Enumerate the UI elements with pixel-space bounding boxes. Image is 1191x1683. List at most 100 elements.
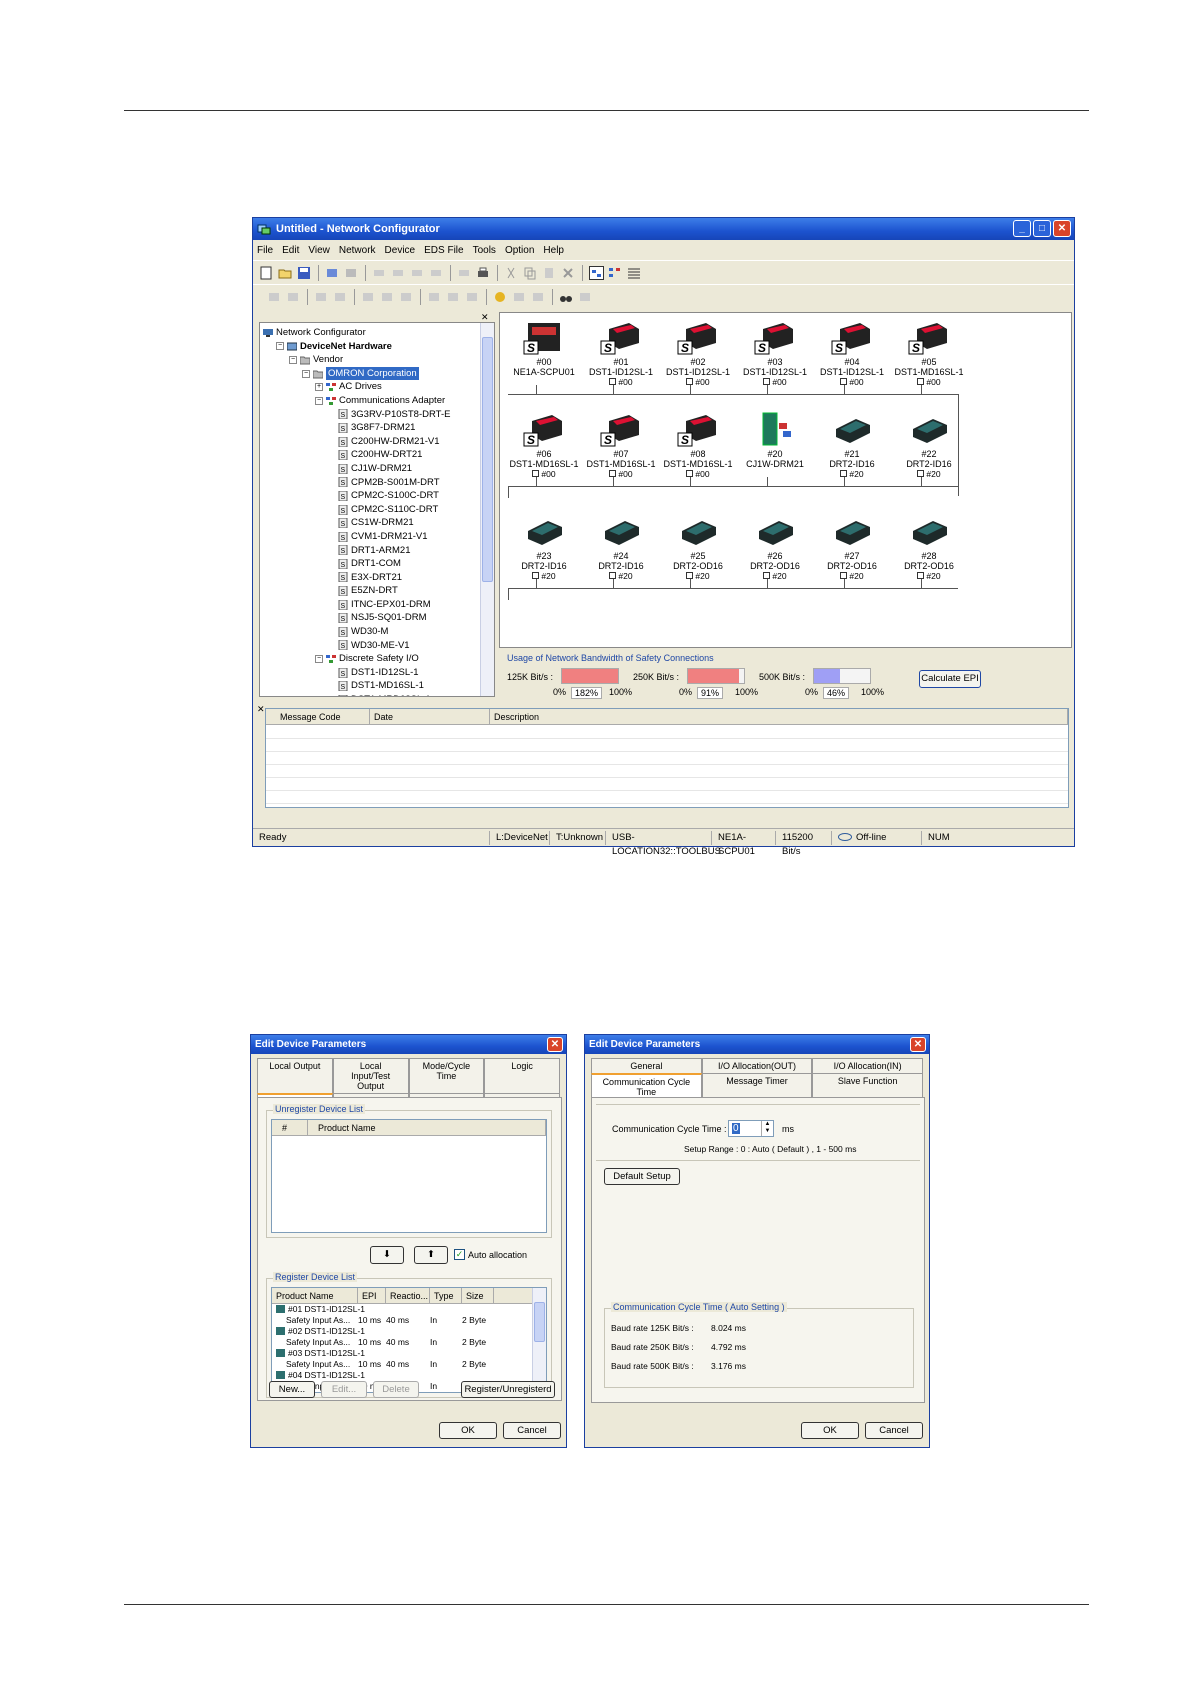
menu-option[interactable]: Option [505, 245, 534, 256]
register-col-header[interactable]: Type [430, 1288, 462, 1303]
register-row[interactable]: Safety Input As... 10 ms 40 ms In 2 Byte [272, 1337, 546, 1348]
unregister-device-list[interactable]: # Product Name [271, 1119, 547, 1233]
tree-item[interactable]: Network Configurator [263, 326, 494, 340]
download-icon[interactable] [391, 266, 406, 280]
online-icon[interactable] [314, 290, 329, 304]
device-node[interactable]: #27 DRT2-OD16 #20 [814, 513, 890, 582]
network-icon[interactable] [267, 290, 282, 304]
dialog-left-titlebar[interactable]: Edit Device Parameters ✕ [251, 1035, 566, 1054]
device-node[interactable]: S #04 DST1-ID12SL-1 #00 [814, 319, 890, 388]
calculate-epi-button[interactable]: Calculate EPI [919, 670, 981, 688]
open-folder-icon[interactable] [278, 266, 293, 280]
close-icon[interactable]: ✕ [910, 1037, 926, 1052]
device-node[interactable]: #25 DRT2-OD16 #20 [660, 513, 736, 582]
compare-icon[interactable] [410, 266, 425, 280]
default-setup-button[interactable]: Default Setup [604, 1168, 680, 1185]
monitor-icon[interactable] [429, 266, 444, 280]
tree-item[interactable]: S 3G3RV-P10ST8-DRT-E [263, 408, 494, 422]
menu-eds-file[interactable]: EDS File [424, 245, 463, 256]
col-message-code[interactable]: Message Code [266, 709, 370, 724]
device-node[interactable]: S #06 DST1-MD16SL-1 #00 [506, 411, 582, 480]
tab-communication-cycle-time[interactable]: Communication Cycle Time [591, 1073, 702, 1099]
message-pane-close-icon[interactable]: ✕ [257, 704, 265, 715]
parameter-icon[interactable] [427, 290, 442, 304]
move-down-button[interactable]: ⬇ [370, 1246, 404, 1264]
tree-item[interactable]: S ITNC-EPX01-DRM [263, 598, 494, 612]
col-product-name[interactable]: Product Name [308, 1120, 546, 1135]
close-icon[interactable]: ✕ [1053, 220, 1071, 237]
tree-item[interactable]: S CS1W-DRM21 [263, 516, 494, 530]
device-node[interactable]: #21 DRT2-ID16 #20 [814, 411, 890, 480]
tree-item[interactable]: S DRT1-COM [263, 557, 494, 571]
menu-tools[interactable]: Tools [473, 245, 496, 256]
verify-icon[interactable] [457, 266, 472, 280]
tree-item[interactable]: SDST1-MRD08SL-1 [263, 693, 494, 696]
device-node[interactable]: #28 DRT2-OD16 #20 [891, 513, 967, 582]
tab-i-o-allocation-in-[interactable]: I/O Allocation(IN) [812, 1058, 924, 1073]
cancel-button[interactable]: Cancel [503, 1422, 561, 1439]
menu-help[interactable]: Help [543, 245, 564, 256]
delete-icon[interactable] [561, 266, 576, 280]
register-col-header[interactable]: Reactio... [386, 1288, 430, 1303]
cut-icon[interactable] [504, 266, 519, 280]
save-icon[interactable] [297, 266, 312, 280]
tree-expander-icon[interactable]: − [289, 355, 297, 364]
menu-edit[interactable]: Edit [282, 245, 299, 256]
edit-button[interactable]: Edit... [321, 1381, 367, 1398]
menu-network[interactable]: Network [339, 245, 376, 256]
device-node[interactable]: #26 DRT2-OD16 #20 [737, 513, 813, 582]
menu-view[interactable]: View [308, 245, 330, 256]
device-node[interactable]: S #08 DST1-MD16SL-1 #00 [660, 411, 736, 480]
print-icon[interactable] [476, 266, 491, 280]
offline-icon[interactable] [333, 290, 348, 304]
minimize-icon[interactable]: _ [1013, 220, 1031, 237]
tree-expander-icon[interactable]: − [302, 369, 310, 378]
large-icons-view-icon[interactable] [589, 265, 604, 280]
cancel-button[interactable]: Cancel [865, 1422, 923, 1439]
disconnect-icon[interactable] [344, 266, 359, 280]
device-node[interactable]: S #02 DST1-ID12SL-1 #00 [660, 319, 736, 388]
tab-logic[interactable]: Logic [484, 1058, 560, 1093]
new-file-icon[interactable] [259, 266, 274, 280]
device-node[interactable]: #20 CJ1W-DRM21 [737, 411, 813, 480]
tree-item[interactable]: S 3G8F7-DRM21 [263, 421, 494, 435]
spin-buttons-icon[interactable]: ▲ ▼ [761, 1121, 773, 1136]
auto-allocation-checkbox[interactable]: ✓ Auto allocation [454, 1249, 527, 1260]
ok-button[interactable]: OK [801, 1422, 859, 1439]
tab-slave-function[interactable]: Slave Function [812, 1073, 924, 1099]
device-node[interactable]: #23 DRT2-ID16 #20 [506, 513, 582, 582]
small-icons-view-icon[interactable] [608, 266, 623, 280]
tab-local-output[interactable]: Local Output [257, 1058, 333, 1093]
col-number[interactable]: # [272, 1120, 308, 1135]
menu-file[interactable]: File [257, 245, 273, 256]
tree-item[interactable]: S C200HW-DRT21 [263, 448, 494, 462]
properties-icon[interactable] [286, 290, 301, 304]
tree-item[interactable]: − Communications Adapter [263, 394, 494, 408]
delete-eds-icon[interactable] [512, 290, 527, 304]
register-list-scrollbar[interactable] [532, 1288, 546, 1392]
register-row[interactable]: Safety Input As... 10 ms 40 ms In 2 Byte [272, 1315, 546, 1326]
upload-icon[interactable] [372, 266, 387, 280]
close-icon[interactable]: ✕ [547, 1037, 563, 1052]
window-titlebar[interactable]: Untitled - Network Configurator _ □ ✕ [253, 218, 1074, 240]
cycle-time-input[interactable]: 0 ▲ ▼ [728, 1120, 774, 1137]
io-comment-icon[interactable] [446, 290, 461, 304]
register-row[interactable]: #01 DST1-ID12SL-1 [272, 1304, 546, 1315]
tab-mode-cycle-time[interactable]: Mode/Cycle Time [408, 1058, 485, 1093]
detail-view-icon[interactable] [627, 266, 642, 280]
download-device-icon[interactable] [380, 290, 395, 304]
upload-device-icon[interactable] [361, 290, 376, 304]
device-node[interactable]: S #00 NE1A-SCPU01 [506, 319, 582, 388]
tab-local-input-test-output[interactable]: Local Input/Test Output [332, 1058, 409, 1093]
tree-item[interactable]: − OMRON Corporation [263, 366, 494, 381]
tree-item[interactable]: S DST1-ID12SL-1 [263, 666, 494, 680]
tree-item[interactable]: S WD30-ME-V1 [263, 639, 494, 653]
device-node[interactable]: S #01 DST1-ID12SL-1 #00 [583, 319, 659, 388]
device-node[interactable]: #24 DRT2-ID16 #20 [583, 513, 659, 582]
tree-item[interactable]: S CPM2C-S100C-DRT [263, 489, 494, 503]
tree-item[interactable]: S C200HW-DRM21-V1 [263, 435, 494, 449]
new-button[interactable]: New... [269, 1381, 315, 1398]
maximize-icon[interactable]: □ [1033, 220, 1051, 237]
tree-expander-icon[interactable]: − [315, 655, 323, 664]
monitor-device-icon[interactable] [465, 290, 480, 304]
